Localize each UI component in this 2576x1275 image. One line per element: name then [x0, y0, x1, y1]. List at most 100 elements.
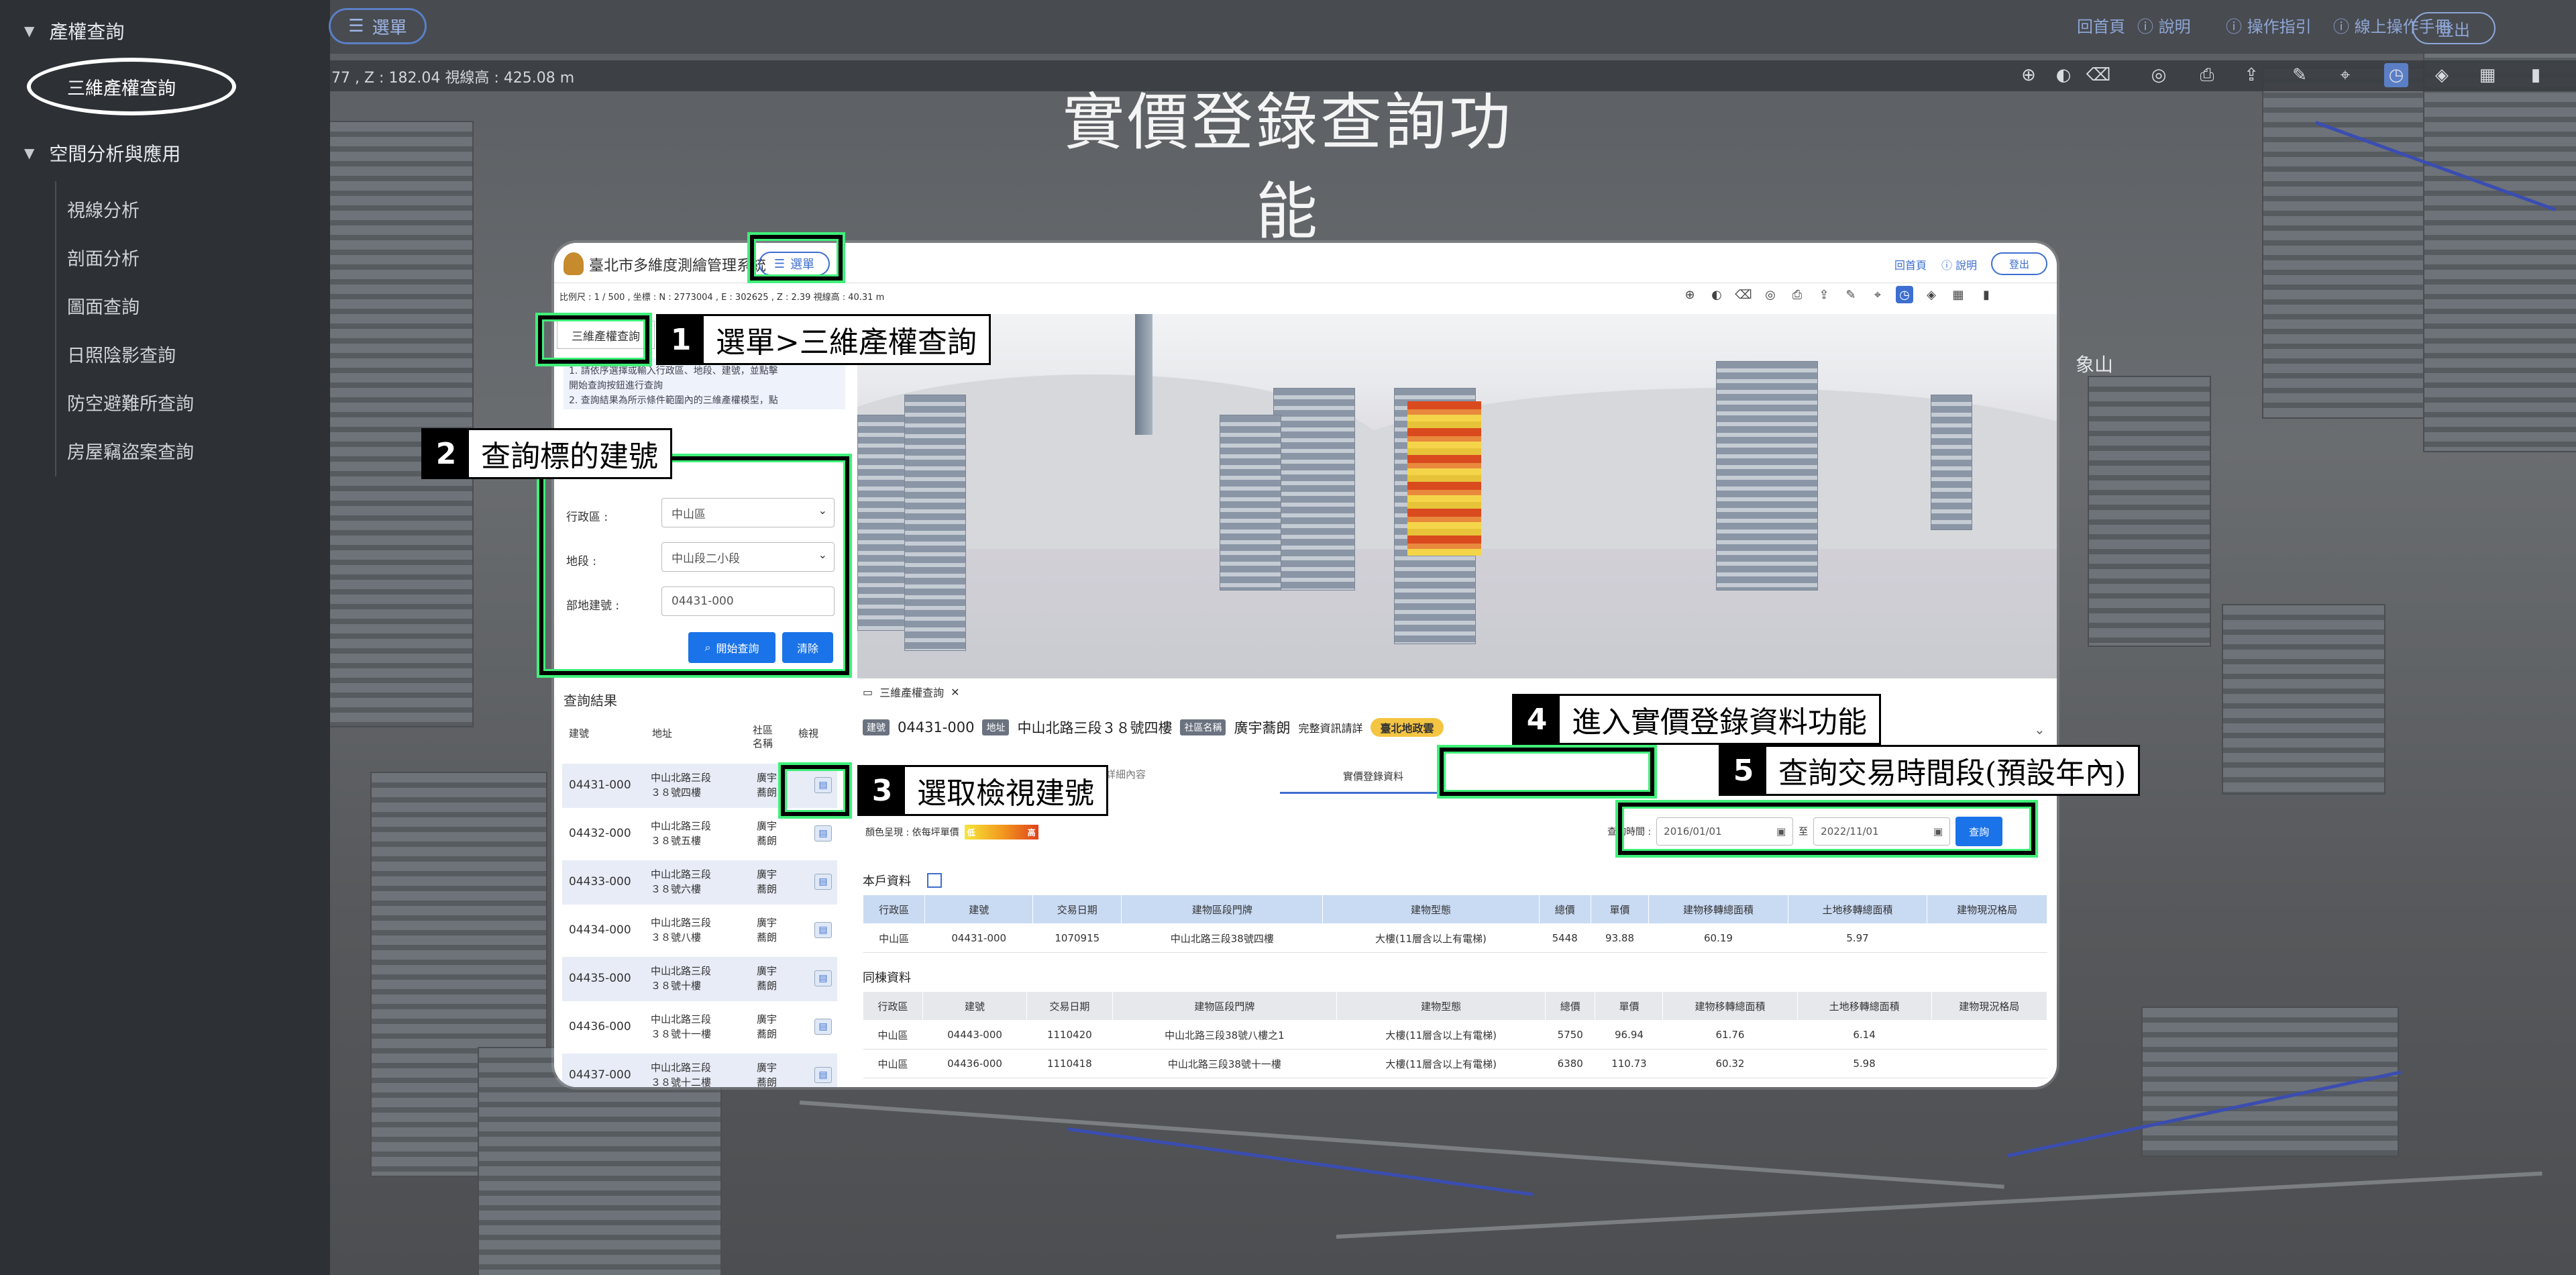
table-row[interactable]: 中山區 04436-000 1110418 中山北路三段38號十一樓 大樓(11… — [863, 1049, 2047, 1078]
sidebar-tree-line — [55, 181, 56, 476]
bookmark-icon[interactable]: ▮ — [1978, 286, 1995, 303]
building-info-line: 建號 04431-000 地址 中山北路三段３８號四樓 社區名稱 廣宇蕎朗 完整… — [863, 717, 1444, 737]
th: 單價 — [1590, 895, 1650, 924]
row-address: 中山北路三段３８號八樓 — [651, 917, 712, 944]
highlight-real-price-tab — [1440, 748, 1654, 796]
address-tag: 地址 — [982, 719, 1010, 735]
view-icon[interactable]: ▤ — [814, 970, 832, 986]
grid-icon[interactable]: ▦ — [2475, 63, 2500, 87]
callout-5: 5 查詢交易時間段(預設年內) — [1719, 745, 2141, 796]
data-panel-tab[interactable]: ▭ 三維產權查詢 ✕ — [863, 684, 960, 700]
land-cloud-badge[interactable]: 臺北地政雲 — [1371, 718, 1444, 737]
th: 土地移轉總面積 — [1796, 991, 1932, 1021]
logout-button[interactable]: 登出 — [2412, 12, 2496, 44]
grid-icon[interactable]: ▦ — [1949, 286, 1967, 303]
compass-icon[interactable]: ⊕ — [2017, 63, 2041, 87]
row-community: 廣宇蕎朗 — [757, 1013, 777, 1040]
same-building-table: 行政區 建號 交易日期 建物區段門牌 建物型態 總價 單價 建物移轉總面積 土地… — [863, 991, 2048, 1078]
menu-button[interactable]: ☰ 選單 — [329, 8, 427, 44]
cell: 60.19 — [1648, 923, 1788, 953]
chevron-down-icon[interactable]: ⌄ — [2034, 721, 2045, 737]
cell: 6.14 — [1797, 1020, 1932, 1050]
panel-home-link[interactable]: 回首頁 — [1894, 256, 1927, 272]
share-icon[interactable]: ⇪ — [2239, 63, 2263, 87]
view-icon[interactable]: ▤ — [814, 874, 832, 890]
th: 建號 — [922, 991, 1028, 1021]
sidebar-item-shadow[interactable]: 日照陰影查詢 — [67, 341, 176, 367]
highlight-date-filter — [1618, 803, 2035, 855]
cell: 中山北路三段38號十一樓 — [1112, 1049, 1337, 1078]
cell: 1110420 — [1026, 1020, 1113, 1050]
ruler-icon[interactable]: ✎ — [1842, 286, 1860, 303]
layers-icon[interactable]: ◈ — [1923, 286, 1940, 303]
view-icon[interactable]: ▤ — [814, 922, 832, 938]
sidebar-item-sightline[interactable]: 視線分析 — [67, 196, 140, 222]
sidebar-item-theft[interactable]: 房屋竊盜案查詢 — [67, 438, 194, 464]
panel-logout-button[interactable]: 登出 — [1991, 252, 2047, 275]
close-icon[interactable]: ✕ — [951, 686, 959, 699]
cell: 93.88 — [1591, 923, 1649, 953]
highlight-menu — [750, 235, 843, 280]
row-community: 廣宇蕎朗 — [757, 868, 777, 895]
guide-link[interactable]: ⓘ 操作指引 — [2226, 13, 2312, 37]
share-icon[interactable]: ⇪ — [1815, 286, 1833, 303]
ruler-icon[interactable]: ✎ — [2288, 63, 2312, 87]
view-icon[interactable]: ▤ — [814, 1019, 832, 1035]
cell: 61.76 — [1662, 1020, 1798, 1050]
row-building-no: 04433-000 — [569, 875, 631, 888]
own-record-table: 行政區 建號 交易日期 建物區段門牌 建物型態 總價 單價 建物移轉總面積 土地… — [862, 895, 2047, 953]
sidebar-item-map-query[interactable]: 圖面查詢 — [67, 293, 140, 319]
help-link[interactable]: ⓘ 說明 — [2137, 13, 2191, 37]
results-row[interactable]: 04435-000 中山北路三段３８號十樓 廣宇蕎朗 ▤ — [562, 957, 837, 1001]
sidebar-item-profile[interactable]: 剖面分析 — [67, 244, 140, 270]
cell: 大樓(11層含以上有電梯) — [1322, 923, 1540, 953]
sidebar-group-property[interactable]: ▼ 產權查詢 — [24, 17, 124, 44]
world-icon[interactable]: ◎ — [2147, 63, 2171, 87]
table-row[interactable]: 中山區 04443-000 1110420 中山北路三段38號八樓之1 大樓(1… — [863, 1020, 2047, 1050]
results-row[interactable]: 04436-000 中山北路三段３８號十一樓 廣宇蕎朗 ▤ — [562, 1005, 837, 1050]
view-icon[interactable]: ▤ — [814, 825, 832, 842]
results-row[interactable]: 04437-000 中山北路三段３８號十二樓 廣宇蕎朗 ▤ — [562, 1054, 837, 1087]
pin-icon[interactable]: ⌖ — [2333, 63, 2357, 87]
cell: 5448 — [1539, 923, 1591, 953]
globe-icon[interactable]: ◐ — [2051, 63, 2076, 87]
info-icon: ⓘ — [2226, 17, 2242, 36]
cell: 04443-000 — [922, 1020, 1027, 1050]
eraser-icon[interactable]: ⌫ — [2086, 63, 2111, 87]
globe-icon[interactable]: ◐ — [1708, 286, 1725, 303]
results-row[interactable]: 04432-000 中山北路三段３８號五樓 廣宇蕎朗 ▤ — [562, 812, 837, 856]
cell: 96.94 — [1595, 1020, 1663, 1050]
print-icon[interactable]: ⎙ — [1788, 286, 1806, 303]
system-logo — [564, 252, 584, 275]
sidebar-item-shelter[interactable]: 防空避難所查詢 — [67, 389, 194, 415]
eraser-icon[interactable]: ⌫ — [1735, 286, 1752, 303]
results-row[interactable]: 04433-000 中山北路三段３８號六樓 廣宇蕎朗 ▤ — [562, 860, 837, 905]
cell: 60.32 — [1662, 1049, 1798, 1078]
home-link[interactable]: 回首頁 — [2077, 13, 2125, 37]
tab-real-price[interactable]: 實價登錄資料 — [1280, 760, 1466, 794]
query-instructions: 1. 請依序選擇或輸入行政區、地段、建號，並點擊 開始查詢按鈕進行查詢 2. 查… — [564, 358, 845, 409]
3d-viewport[interactable] — [857, 314, 2057, 680]
sidebar-group-label: 產權查詢 — [49, 21, 125, 43]
pin-icon[interactable]: ⌖ — [1869, 286, 1886, 303]
panel-help-link[interactable]: ⓘ 說明 — [1941, 256, 1977, 272]
layers-icon[interactable]: ◈ — [2430, 63, 2454, 87]
th: 建物現況格局 — [1931, 991, 2048, 1021]
own-record-checkbox[interactable] — [927, 873, 942, 888]
clock-icon[interactable]: ◷ — [2384, 63, 2408, 87]
view-icon[interactable]: ▤ — [814, 1067, 832, 1083]
clock-icon[interactable]: ◷ — [1896, 286, 1913, 303]
highlight-view-button — [781, 765, 849, 816]
compass-icon[interactable]: ⊕ — [1681, 286, 1699, 303]
results-header-no: 建號 — [569, 727, 590, 740]
bookmark-icon[interactable]: ▮ — [2524, 63, 2548, 87]
info-icon: ⓘ — [2137, 17, 2153, 36]
highlighted-building[interactable] — [1407, 401, 1481, 556]
print-icon[interactable]: ⎙ — [2195, 63, 2219, 87]
results-row[interactable]: 04434-000 中山北路三段３８號八樓 廣宇蕎朗 ▤ — [562, 909, 837, 953]
callout-text: 查詢標的建號 — [481, 440, 658, 474]
sidebar-group-spatial[interactable]: ▼ 空間分析與應用 — [24, 140, 180, 166]
callout-number: 2 — [423, 430, 469, 477]
table-row[interactable]: 中山區 04431-000 1070915 中山北路三段38號四樓 大樓(11層… — [863, 923, 2047, 953]
world-icon[interactable]: ◎ — [1762, 286, 1779, 303]
